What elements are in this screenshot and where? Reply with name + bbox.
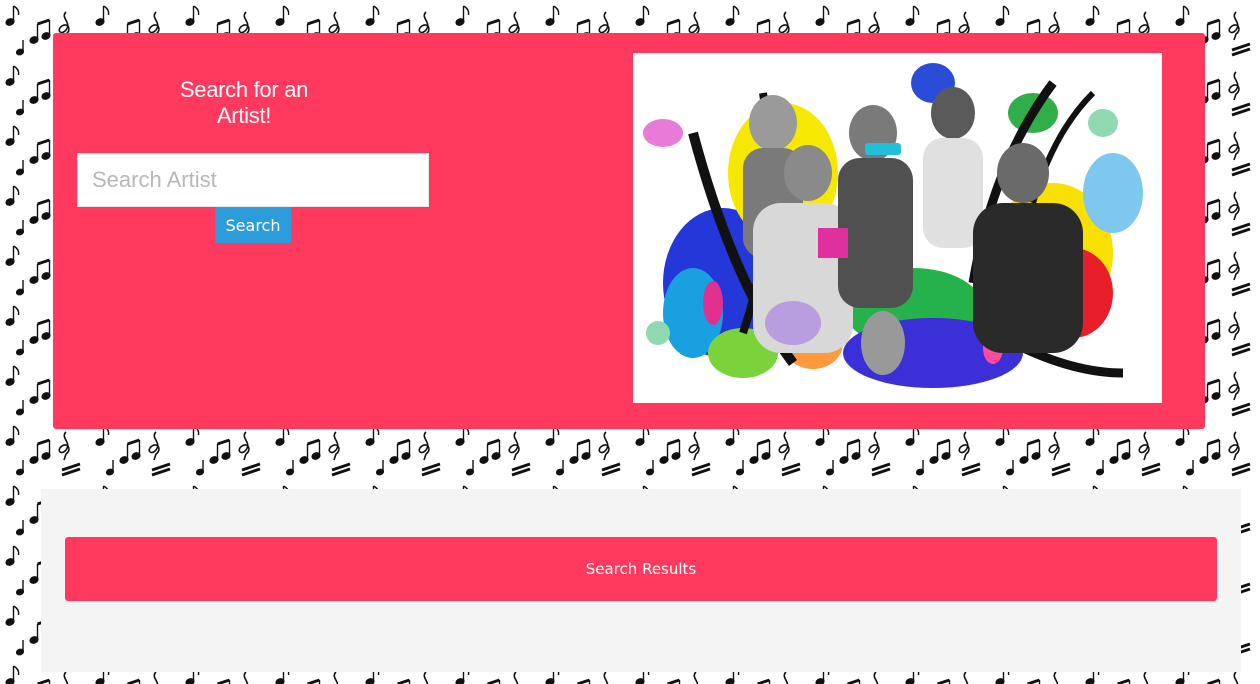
artist-collage-image — [633, 53, 1162, 403]
results-panel: Search Results — [41, 489, 1241, 672]
hero-title: Search for an Artist! — [179, 77, 309, 128]
search-artist-input[interactable] — [77, 153, 429, 207]
search-button[interactable]: Search — [215, 207, 291, 243]
search-results-header: Search Results — [65, 537, 1217, 601]
hero-card: Search for an Artist! Search — [53, 33, 1205, 429]
